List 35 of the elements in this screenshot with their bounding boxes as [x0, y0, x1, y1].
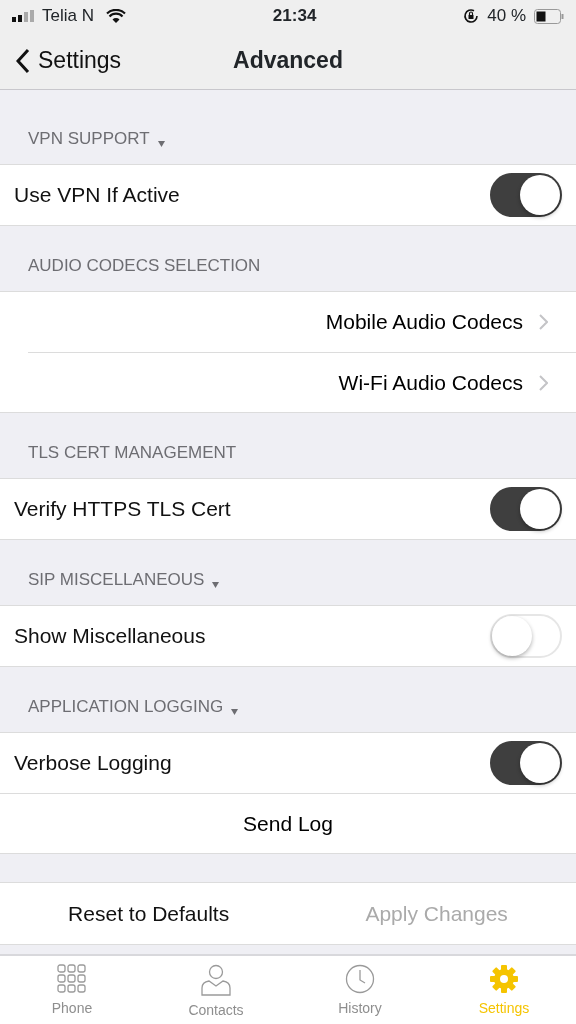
section-header: APPLICATION LOGGING [28, 695, 224, 718]
section-header: AUDIO CODECS SELECTION [28, 254, 261, 277]
setting-label: Verify HTTPS TLS Cert [14, 496, 232, 523]
section-header: VPN SUPPORT [28, 127, 150, 150]
settings-link[interactable]: Wi-Fi Audio Codecs [28, 353, 576, 412]
setting-label: Show Miscellaneous [14, 623, 207, 650]
back-button[interactable]: Settings [0, 43, 122, 78]
caret-down-icon[interactable] [212, 582, 220, 588]
caret-down-icon[interactable] [157, 141, 165, 147]
setting-label: Use VPN If Active [14, 182, 181, 209]
person-icon [201, 964, 231, 996]
battery-icon [534, 8, 564, 24]
chevron-left-icon [16, 47, 30, 74]
clock-icon [345, 964, 375, 994]
clock-time: 21:34 [272, 6, 317, 26]
settings-link[interactable]: Mobile Audio Codecs [0, 292, 576, 352]
toggle-switch[interactable] [490, 173, 562, 217]
page-title: Advanced [233, 46, 343, 76]
chevron-right-icon [539, 374, 548, 391]
section-header: SIP MISCELLANEOUS [28, 568, 205, 591]
chevron-right-icon [539, 314, 548, 330]
keypad-icon [57, 964, 87, 994]
wifi-icon [105, 9, 126, 23]
signal-icon [12, 10, 34, 22]
caret-down-icon[interactable] [231, 709, 239, 715]
footer-button[interactable]: Reset to Defaults [0, 883, 298, 944]
setting-label: Verbose Logging [14, 750, 173, 777]
battery-percent: 40 % [487, 5, 526, 28]
send-log-button[interactable]: Send Log [0, 794, 576, 853]
rotation-lock-icon [463, 8, 480, 24]
section-header: TLS CERT MANAGEMENT [28, 441, 237, 464]
toggle-switch[interactable] [490, 487, 562, 531]
carrier-name: Telia N [42, 5, 94, 28]
gear-icon [489, 964, 519, 994]
toggle-switch[interactable] [490, 741, 562, 785]
